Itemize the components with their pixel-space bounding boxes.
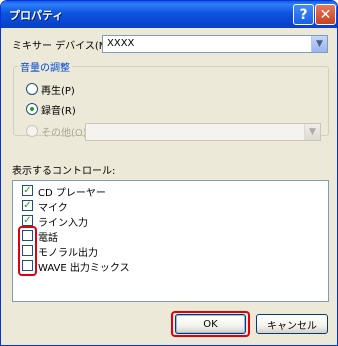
title-bar[interactable]: プロパティ ? ✕ bbox=[1, 1, 337, 28]
chevron-down-icon[interactable]: ▼ bbox=[311, 36, 327, 52]
radio-other[interactable] bbox=[26, 125, 38, 137]
list-item[interactable]: ライン入力 bbox=[38, 214, 88, 229]
list-item[interactable]: マイク bbox=[38, 199, 68, 214]
list-item[interactable]: CD プレーヤー bbox=[38, 184, 106, 199]
help-icon: ? bbox=[299, 6, 308, 23]
radio-playback-label[interactable]: 再生(P) bbox=[41, 82, 75, 97]
checkbox-line-in[interactable]: ✓ bbox=[22, 215, 33, 226]
list-item[interactable]: 電話 bbox=[38, 229, 58, 244]
chevron-down-icon[interactable]: ▼ bbox=[304, 124, 320, 140]
radio-recording-label[interactable]: 録音(R) bbox=[41, 102, 76, 117]
radio-playback[interactable] bbox=[26, 83, 38, 95]
list-item[interactable]: モノラル出力 bbox=[38, 244, 98, 259]
controls-label: 表示するコントロール: bbox=[12, 166, 116, 177]
checkbox-cd-player[interactable]: ✓ bbox=[22, 185, 33, 196]
close-icon: ✕ bbox=[319, 6, 332, 23]
controls-list[interactable]: ✓ CD プレーヤー ✓ マイク ✓ ライン入力 電話 モノラル出力 WAVE … bbox=[12, 180, 329, 302]
mixer-device-label: ミキサー デバイス(M): bbox=[12, 41, 115, 52]
ok-button[interactable]: OK bbox=[175, 314, 246, 334]
checkbox-mic[interactable]: ✓ bbox=[22, 200, 33, 211]
mixer-device-value: XXXX bbox=[107, 38, 135, 49]
dialog-body: ミキサー デバイス(M): XXXX ▼ 音量の調整 再生(P) 録音(R) そ… bbox=[4, 28, 334, 343]
mixer-device-select[interactable]: XXXX ▼ bbox=[102, 35, 328, 53]
highlight-unchecked-items bbox=[18, 226, 37, 276]
close-button[interactable]: ✕ bbox=[315, 4, 336, 25]
cancel-button[interactable]: キャンセル bbox=[256, 314, 328, 334]
radio-other-label[interactable]: その他(O) bbox=[41, 124, 87, 139]
properties-dialog: プロパティ ? ✕ ミキサー デバイス(M): XXXX ▼ 音量の調整 再生(… bbox=[0, 0, 338, 346]
other-device-select[interactable]: ▼ bbox=[85, 123, 321, 141]
list-item[interactable]: WAVE 出力ミックス bbox=[38, 259, 130, 274]
help-button[interactable]: ? bbox=[293, 4, 314, 25]
volume-adjust-legend: 音量の調整 bbox=[18, 59, 72, 74]
window-title: プロパティ bbox=[9, 9, 64, 22]
radio-recording[interactable] bbox=[26, 103, 38, 115]
